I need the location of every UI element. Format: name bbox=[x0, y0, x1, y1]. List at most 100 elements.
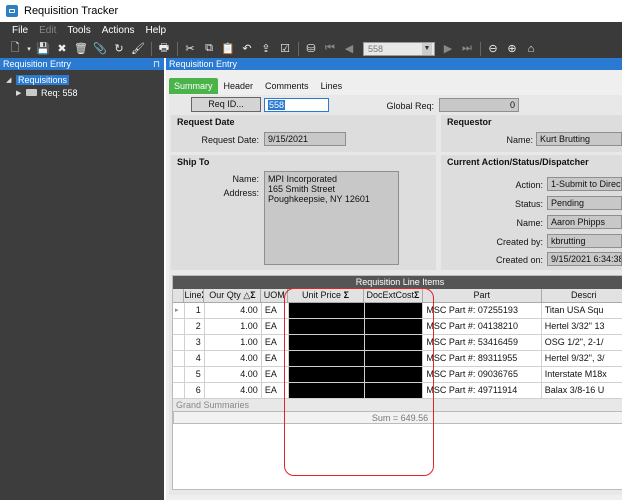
collapse-icon[interactable]: ◢ bbox=[6, 76, 16, 84]
ship-line-1: MPI Incorporated bbox=[268, 174, 338, 184]
cell-line[interactable]: 2 bbox=[185, 319, 205, 334]
global-req-field[interactable]: 0 bbox=[439, 98, 519, 112]
col-our-qty-label: Our Qty bbox=[209, 290, 241, 300]
clipboard-check-icon[interactable]: ☑ bbox=[276, 41, 294, 57]
search-binoculars-icon[interactable]: ⛁ bbox=[302, 41, 320, 57]
chevron-down-icon[interactable]: ▼ bbox=[422, 42, 432, 55]
menu-actions[interactable]: Actions bbox=[102, 25, 135, 36]
cell-description[interactable]: Titan USA Squ bbox=[542, 303, 622, 318]
ship-to-field[interactable]: MPI Incorporated 165 Smith Street Poughk… bbox=[264, 171, 399, 265]
cell-description[interactable]: OSG 1/2", 2-1/ bbox=[542, 335, 622, 350]
req-id-field[interactable]: 558 bbox=[264, 98, 329, 112]
created-on-field[interactable]: 9/15/2021 6:34:38 A bbox=[547, 252, 622, 266]
prev-record-icon[interactable]: ◀ bbox=[340, 41, 358, 57]
tab-header[interactable]: Header bbox=[218, 78, 260, 94]
cell-qty[interactable]: 4.00 bbox=[205, 351, 262, 366]
col-part[interactable]: Part bbox=[423, 289, 542, 302]
undo-icon[interactable]: ↶ bbox=[238, 41, 256, 57]
cell-part[interactable]: MSC Part #: 89311955 bbox=[423, 351, 542, 366]
new-icon[interactable]: 🗋 bbox=[6, 41, 24, 57]
cell-qty[interactable]: 4.00 bbox=[205, 383, 262, 398]
brush-icon[interactable]: 🖌 bbox=[129, 41, 147, 57]
cell-description[interactable]: Hertel 3/32" 13 bbox=[542, 319, 622, 334]
status-field[interactable]: Pending bbox=[547, 196, 622, 210]
paste-icon[interactable]: 📋 bbox=[219, 41, 237, 57]
refresh-icon[interactable]: ↻ bbox=[110, 41, 128, 57]
current-action-title: Current Action/Status/Dispatcher bbox=[447, 157, 589, 167]
tree-node-label: Req: 558 bbox=[41, 87, 78, 98]
save-icon[interactable]: 💾 bbox=[34, 41, 52, 57]
menu-edit[interactable]: Edit bbox=[39, 25, 56, 36]
cell-line[interactable]: 6 bbox=[185, 383, 205, 398]
export-icon[interactable]: ⇪ bbox=[257, 41, 275, 57]
cell-line[interactable]: 3 bbox=[185, 335, 205, 350]
back-icon[interactable]: ⊖ bbox=[484, 41, 502, 57]
row-selector-icon[interactable] bbox=[173, 367, 185, 382]
tree-node-requisitions[interactable]: ◢ Requisitions bbox=[6, 73, 164, 86]
main-panel-title: Requisition Entry bbox=[169, 59, 238, 69]
pin-icon[interactable]: ⊓ bbox=[153, 59, 160, 70]
new-dropdown-icon[interactable]: ▾ bbox=[25, 41, 33, 57]
created-by-field[interactable]: kbrutting bbox=[547, 234, 622, 248]
request-date-field[interactable]: 9/15/2021 bbox=[264, 132, 346, 146]
ship-to-title: Ship To bbox=[177, 157, 210, 167]
print-icon[interactable]: 🖶 bbox=[155, 41, 173, 57]
cut-icon[interactable]: ✂ bbox=[181, 41, 199, 57]
tree-panel-header: Requisition Entry ⊓ bbox=[0, 58, 164, 70]
tree: ◢ Requisitions ▶ Req: 558 bbox=[0, 70, 164, 99]
cell-qty[interactable]: 1.00 bbox=[205, 319, 262, 334]
tree-node-req[interactable]: ▶ Req: 558 bbox=[6, 86, 164, 99]
request-date-title: Request Date bbox=[177, 117, 235, 127]
cell-part[interactable]: MSC Part #: 53416459 bbox=[423, 335, 542, 350]
row-selector-icon[interactable] bbox=[173, 383, 185, 398]
cell-description[interactable]: Hertel 9/32", 3/ bbox=[542, 351, 622, 366]
menu-file[interactable]: File bbox=[12, 25, 28, 36]
tab-summary[interactable]: Summary bbox=[169, 78, 218, 94]
row-selector-icon[interactable] bbox=[173, 319, 185, 334]
cell-part[interactable]: MSC Part #: 49711914 bbox=[423, 383, 542, 398]
window-title: Requisition Tracker bbox=[24, 5, 119, 17]
cell-qty[interactable]: 4.00 bbox=[205, 303, 262, 318]
cell-part[interactable]: MSC Part #: 04138210 bbox=[423, 319, 542, 334]
record-combo[interactable]: 558 ▼ bbox=[363, 41, 435, 56]
ship-address-label: Address: bbox=[223, 188, 259, 198]
tab-comments[interactable]: Comments bbox=[259, 78, 315, 94]
col-description[interactable]: Descri bbox=[542, 289, 622, 302]
created-on-label: Created on: bbox=[495, 255, 543, 265]
dispatcher-name-field[interactable]: Aaron Phipps bbox=[547, 215, 622, 229]
row-selector-icon[interactable]: ▸ bbox=[173, 303, 185, 318]
menu-tools[interactable]: Tools bbox=[67, 25, 90, 36]
expand-icon[interactable]: ▶ bbox=[16, 89, 26, 97]
col-our-qty[interactable]: Our Qty △Σ bbox=[204, 289, 262, 302]
cell-line[interactable]: 5 bbox=[185, 367, 205, 382]
cell-description[interactable]: Interstate M18x bbox=[542, 367, 622, 382]
cell-qty[interactable]: 4.00 bbox=[205, 367, 262, 382]
clear-icon[interactable]: 🗑 bbox=[72, 41, 90, 57]
forward-icon[interactable]: ⊕ bbox=[503, 41, 521, 57]
main-panel: Requisition Entry Summary Header Comment… bbox=[166, 58, 622, 500]
cell-qty[interactable]: 1.00 bbox=[205, 335, 262, 350]
last-record-icon[interactable]: ⏭ bbox=[458, 41, 476, 57]
next-record-icon[interactable]: ▶ bbox=[439, 41, 457, 57]
cell-part[interactable]: MSC Part #: 09036765 bbox=[423, 367, 542, 382]
attach-icon[interactable]: 📎 bbox=[91, 41, 109, 57]
menu-help[interactable]: Help bbox=[146, 25, 167, 36]
home-icon[interactable]: ⌂ bbox=[522, 41, 540, 57]
row-selector-icon[interactable] bbox=[173, 335, 185, 350]
col-line[interactable]: LineΣ bbox=[184, 289, 205, 302]
cell-part[interactable]: MSC Part #: 07255193 bbox=[423, 303, 542, 318]
sigma-icon[interactable]: Σ bbox=[250, 290, 255, 300]
first-record-icon[interactable]: ⏮ bbox=[321, 41, 339, 57]
row-selector-icon[interactable] bbox=[173, 351, 185, 366]
cell-line[interactable]: 1 bbox=[185, 303, 205, 318]
tab-lines[interactable]: Lines bbox=[315, 78, 349, 94]
action-field[interactable]: 1-Submit to Direct bbox=[547, 177, 622, 191]
cell-description[interactable]: Balax 3/8-16 U bbox=[542, 383, 622, 398]
cell-line[interactable]: 4 bbox=[185, 351, 205, 366]
delete-icon[interactable]: ✖ bbox=[53, 41, 71, 57]
copy-icon[interactable]: ⧉ bbox=[200, 41, 218, 57]
requestor-name-field[interactable]: Kurt Brutting bbox=[536, 132, 622, 146]
ship-line-3: Poughkeepsie, NY 12601 bbox=[268, 194, 370, 204]
tree-node-label: Requisitions bbox=[16, 74, 70, 85]
req-id-button[interactable]: Req ID... bbox=[191, 97, 261, 112]
